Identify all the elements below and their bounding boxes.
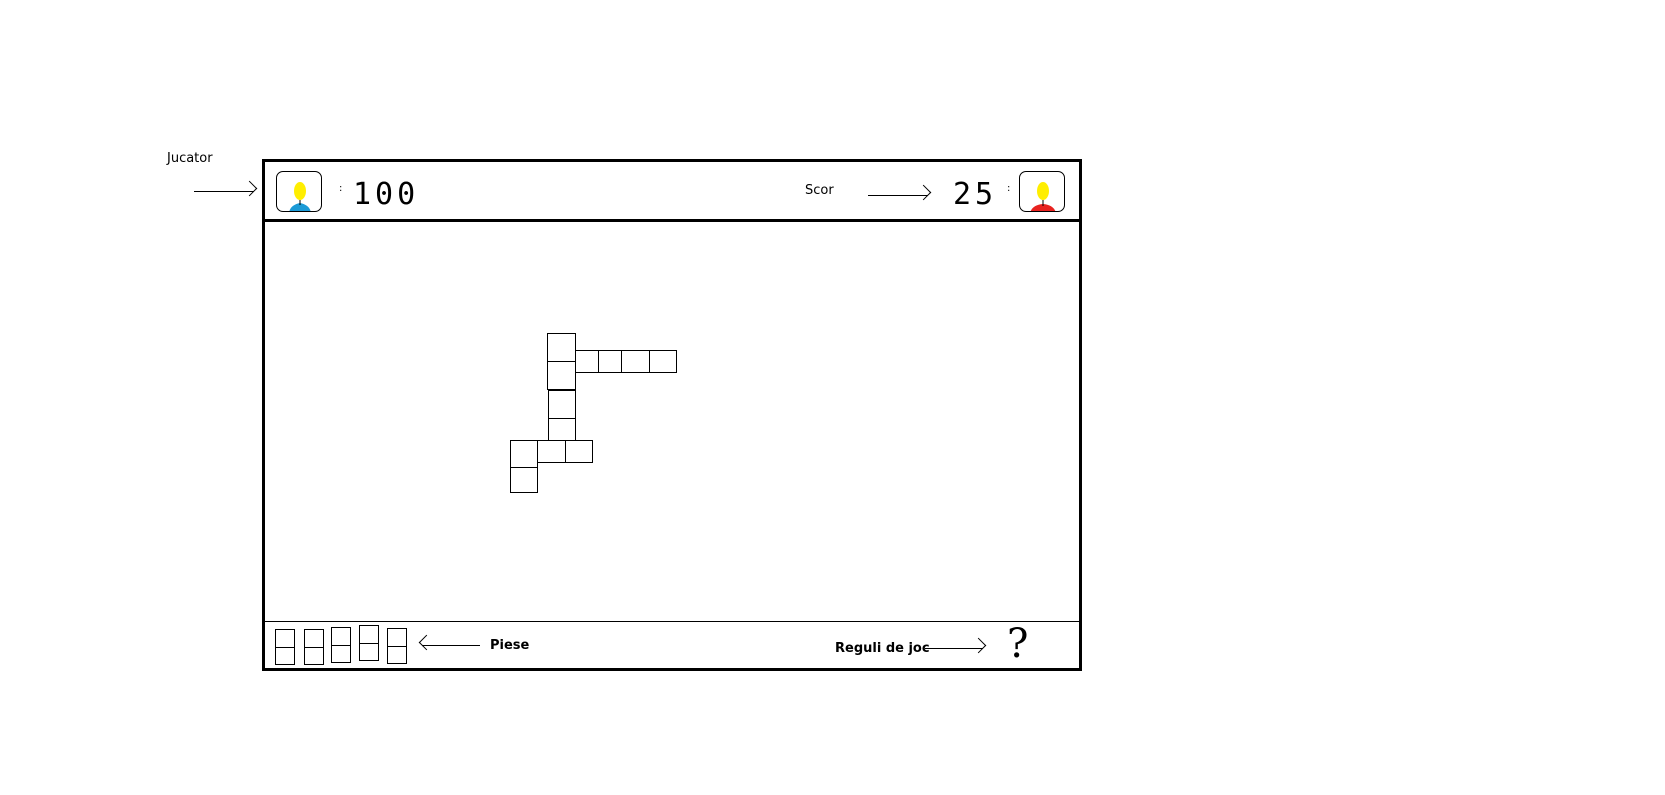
player2-colon: : xyxy=(1007,183,1011,194)
domino-tile[interactable] xyxy=(575,350,599,373)
domino-tile[interactable] xyxy=(537,440,566,463)
hand-piece[interactable] xyxy=(387,628,407,664)
domino-tile[interactable] xyxy=(547,361,576,390)
hand-piece[interactable] xyxy=(331,627,351,663)
domino-tile[interactable] xyxy=(598,350,622,373)
player1-avatar-icon[interactable] xyxy=(276,171,322,212)
game-board[interactable] xyxy=(265,222,1079,625)
domino-tile[interactable] xyxy=(547,333,576,362)
domino-tile[interactable] xyxy=(621,350,650,373)
domino-tile[interactable] xyxy=(548,418,576,441)
game-mockup: Jucator Scor Piese Reguli de joc : 100 2… xyxy=(0,0,1665,795)
player-annotation: Jucator xyxy=(167,151,213,166)
player1-colon: : xyxy=(339,183,343,194)
player2-avatar-icon[interactable] xyxy=(1019,171,1065,212)
domino-tile[interactable] xyxy=(565,440,593,463)
domino-tile[interactable] xyxy=(510,440,538,468)
player-annotation-arrow-icon xyxy=(194,191,254,192)
pieces-bar: ? xyxy=(265,621,1079,668)
hand-piece[interactable] xyxy=(275,629,295,665)
domino-tile[interactable] xyxy=(548,390,576,419)
domino-tile[interactable] xyxy=(510,467,538,493)
game-window: : 100 25 : ? xyxy=(262,159,1082,671)
domino-tile[interactable] xyxy=(649,350,677,373)
player2-score: 25 xyxy=(953,177,998,212)
score-bar: : 100 25 : xyxy=(265,162,1079,222)
hand-piece[interactable] xyxy=(359,625,379,661)
help-button[interactable]: ? xyxy=(1007,624,1028,664)
player1-score: 100 xyxy=(353,177,420,212)
hand-piece[interactable] xyxy=(304,629,324,665)
